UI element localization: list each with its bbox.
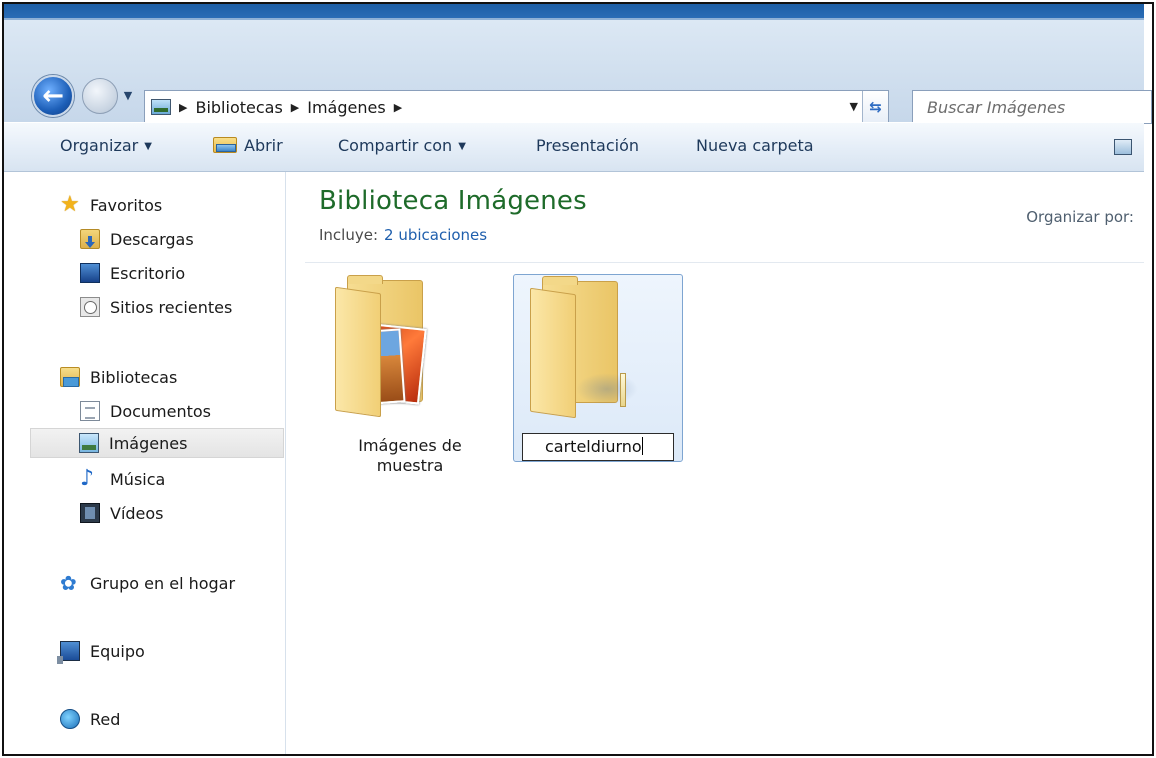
- music-note-icon: ♪: [80, 466, 95, 491]
- recent-pages-dropdown[interactable]: ▼: [122, 90, 134, 102]
- sidebar-item-label: Vídeos: [110, 503, 164, 523]
- includes-label: Incluye:: [319, 226, 379, 244]
- sidebar-item-label: Bibliotecas: [90, 367, 178, 387]
- sidebar-item-images[interactable]: Imágenes: [30, 428, 284, 458]
- organize-button[interactable]: Organizar ▼: [60, 136, 152, 155]
- sidebar-item-downloads[interactable]: Descargas: [80, 224, 194, 254]
- navigation-bar: ← ▼ ▶ Bibliotecas ▶ Imágenes ▶ ▼ ⇆ Busca…: [4, 20, 1152, 124]
- pictures-library-icon: [79, 433, 99, 453]
- library-images-icon: [151, 99, 171, 115]
- search-placeholder: Buscar Imágenes: [927, 98, 1066, 117]
- new-folder-label: Nueva carpeta: [696, 136, 814, 155]
- sidebar-item-music[interactable]: ♪ Música: [80, 464, 165, 494]
- title-bar: [4, 4, 1144, 20]
- sidebar-item-network[interactable]: Red: [60, 704, 120, 734]
- sidebar-item-computer[interactable]: Equipo: [57, 636, 145, 666]
- rename-field[interactable]: carteldiurno: [522, 433, 674, 461]
- star-icon: ★: [60, 192, 80, 217]
- search-input[interactable]: Buscar Imágenes: [912, 90, 1152, 124]
- open-label: Abrir: [244, 136, 283, 155]
- folder-icon: [329, 275, 435, 420]
- computer-icon: [57, 641, 80, 664]
- library-title: Biblioteca Imágenes: [319, 186, 587, 216]
- sidebar-item-desktop[interactable]: Escritorio: [80, 258, 185, 288]
- open-button[interactable]: Abrir: [212, 136, 283, 155]
- command-bar: Organizar ▼ Abrir Compartir con ▼ Presenta…: [4, 122, 1144, 172]
- organize-label: Organizar: [60, 136, 139, 155]
- folder-open-icon: [212, 136, 238, 154]
- sidebar-item-label: Descargas: [110, 229, 194, 249]
- new-folder-button[interactable]: Nueva carpeta: [696, 136, 814, 155]
- breadcrumb-bibliotecas[interactable]: Bibliotecas: [195, 98, 282, 117]
- refresh-icon: ⇆: [869, 98, 882, 116]
- rename-value: carteldiurno: [545, 437, 642, 456]
- libraries-icon: [60, 367, 80, 387]
- breadcrumb-separator-icon[interactable]: ▶: [394, 101, 402, 114]
- forward-button[interactable]: [82, 78, 118, 114]
- sidebar-item-recent[interactable]: Sitios recientes: [80, 292, 232, 322]
- sidebar-item-label: Sitios recientes: [110, 297, 233, 317]
- content-pane: Biblioteca Imágenes Incluye: 2 ubicacione…: [287, 172, 1144, 754]
- share-label: Compartir con: [338, 136, 453, 155]
- sidebar-item-label: Imágenes: [109, 433, 188, 453]
- folder-item-sample-pictures[interactable]: Imágenes de muestra: [325, 274, 495, 475]
- sidebar-item-favorites[interactable]: ★ Favoritos: [60, 190, 162, 220]
- back-button[interactable]: ←: [32, 75, 74, 117]
- back-arrow-icon: ←: [42, 81, 64, 111]
- sidebar-item-label: Red: [90, 709, 121, 729]
- address-history-dropdown[interactable]: ▼: [850, 100, 858, 113]
- breadcrumb-imagenes[interactable]: Imágenes: [307, 98, 385, 117]
- text-caret: [641, 437, 643, 455]
- slideshow-button[interactable]: Presentación: [536, 136, 639, 155]
- explorer-window: ← ▼ ▶ Bibliotecas ▶ Imágenes ▶ ▼ ⇆ Busca…: [2, 2, 1154, 756]
- desktop-icon: [80, 263, 100, 283]
- documents-icon: [80, 401, 100, 421]
- breadcrumb-separator-icon[interactable]: ▶: [179, 101, 187, 114]
- locations-link[interactable]: 2 ubicaciones: [384, 226, 487, 244]
- chevron-down-icon: ▼: [144, 141, 152, 152]
- header-divider: [305, 262, 1144, 263]
- sidebar-item-label: Documentos: [110, 401, 212, 421]
- sidebar-item-videos[interactable]: Vídeos: [80, 498, 164, 528]
- address-bar[interactable]: ▶ Bibliotecas ▶ Imágenes ▶ ▼ ⇆: [144, 90, 889, 124]
- homegroup-icon: ✿: [60, 571, 77, 595]
- sidebar-item-documents[interactable]: Documentos: [80, 396, 211, 426]
- share-button[interactable]: Compartir con ▼: [338, 136, 466, 155]
- navigation-pane: ★ Favoritos Descargas Escritorio Sitios …: [4, 172, 286, 754]
- refresh-button[interactable]: ⇆: [862, 91, 888, 123]
- sidebar-item-label: Escritorio: [110, 263, 186, 283]
- sidebar-item-label: Favoritos: [90, 195, 163, 215]
- sidebar-item-label: Música: [110, 469, 166, 489]
- sidebar-item-label: Equipo: [90, 641, 145, 661]
- downloads-folder-icon: [80, 229, 100, 249]
- network-globe-icon: [60, 709, 80, 729]
- sidebar-item-homegroup[interactable]: ✿ Grupo en el hogar: [60, 568, 235, 598]
- recent-places-icon: [80, 297, 100, 317]
- chevron-down-icon: ▼: [458, 141, 466, 152]
- folder-item-new[interactable]: carteldiurno: [513, 274, 683, 462]
- slideshow-label: Presentación: [536, 136, 640, 155]
- sidebar-item-libraries[interactable]: Bibliotecas: [60, 362, 177, 392]
- change-view-button[interactable]: [1114, 139, 1132, 155]
- library-includes: Incluye: 2 ubicaciones: [319, 226, 487, 244]
- arrange-by-label[interactable]: Organizar por:: [1026, 208, 1134, 226]
- folder-icon: [524, 276, 638, 421]
- breadcrumb-separator-icon[interactable]: ▶: [291, 101, 299, 114]
- film-strip-icon: [80, 503, 100, 523]
- folder-label: Imágenes de muestra: [358, 436, 462, 475]
- sidebar-item-label: Grupo en el hogar: [90, 573, 236, 593]
